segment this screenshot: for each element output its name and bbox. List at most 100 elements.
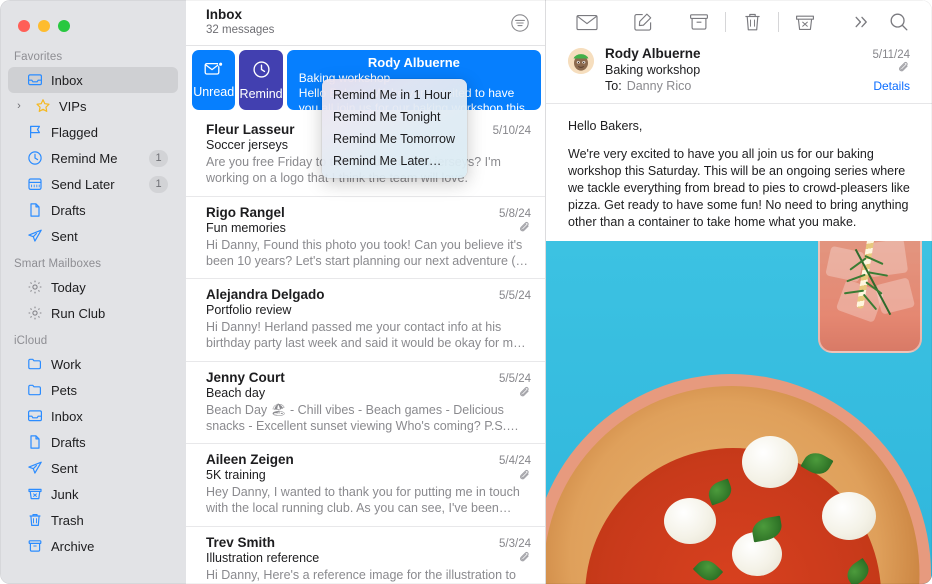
trash-icon[interactable]: [733, 8, 771, 36]
message-preview: Hey Danny, I wanted to thank you for put…: [206, 485, 520, 516]
sidebar-item-label: VIPs: [59, 98, 87, 114]
message-subject: Illustration reference: [206, 550, 320, 565]
message-list: Inbox 32 messages Unread Remind Rody Alb…: [186, 0, 546, 584]
table-row[interactable]: Aileen Zeigen 5/4/24 5K training Hey Dann…: [186, 444, 545, 527]
message-preview: Hi Danny, Here's a reference image for t…: [206, 567, 516, 584]
sidebar-item-label: Run Club: [51, 305, 106, 321]
inbox-icon: [26, 408, 43, 425]
message-from: Fleur Lasseur: [206, 122, 295, 137]
margherita-pizza-photo[interactable]: [546, 241, 932, 584]
message-preview: Hi Danny, Found this photo you took! Can…: [206, 237, 527, 268]
archive-icon[interactable]: [680, 8, 718, 36]
sidebar-item-inbox[interactable]: Inbox: [8, 67, 178, 93]
archive-icon: [26, 538, 43, 555]
avatar: [568, 48, 594, 74]
message-date: 5/11/24: [872, 49, 910, 61]
menu-item-remind-tomorrow[interactable]: Remind Me Tomorrow: [322, 128, 467, 150]
rosemary-sprig: [830, 245, 914, 325]
message-count: 32 messages: [206, 24, 275, 37]
sidebar-item-archive[interactable]: Archive: [8, 533, 178, 559]
sidebar-item-drafts[interactable]: Drafts: [8, 197, 178, 223]
sidebar-badge: 1: [149, 149, 168, 167]
envelope-icon[interactable]: [568, 8, 606, 36]
reader-toolbar: [546, 0, 932, 44]
details-link[interactable]: Details: [873, 79, 910, 93]
toolbar-divider: [725, 12, 726, 32]
sidebar-item-pets[interactable]: Pets: [8, 377, 178, 403]
message-subject: Soccer jerseys: [206, 138, 288, 152]
sidebar-section-smart-mailboxes: Smart Mailboxes: [14, 258, 102, 270]
attachment-icon[interactable]: [898, 61, 910, 74]
sidebar-item-today[interactable]: Today: [8, 274, 178, 300]
sidebar-item-send-later[interactable]: Send Later 1: [8, 171, 178, 197]
body-greeting: Hello Bakers,: [568, 119, 643, 133]
sidebar-item-label: Work: [51, 356, 82, 372]
sidebar-item-flagged[interactable]: Flagged: [8, 119, 178, 145]
filter-icon[interactable]: [509, 12, 531, 34]
to-label: To:: [605, 79, 622, 93]
message-date: 5/5/24: [499, 372, 531, 385]
sidebar-item-label: Archive: [51, 538, 95, 554]
clock-icon: [252, 60, 271, 82]
message-from: Alejandra Delgado: [206, 287, 325, 302]
message-date: 5/5/24: [499, 290, 531, 302]
sidebar-item-label: Remind Me: [51, 150, 118, 166]
compose-icon[interactable]: [624, 8, 662, 36]
sidebar-item-remind-me[interactable]: Remind Me 1: [8, 145, 178, 171]
folder-icon: [26, 356, 43, 373]
sidebar-item-icloud-drafts[interactable]: Drafts: [8, 429, 178, 455]
message-preview: Hi Danny! Herland passed me your contact…: [206, 320, 521, 351]
menu-item-remind-tonight[interactable]: Remind Me Tonight: [322, 106, 467, 128]
table-row[interactable]: Rigo Rangel 5/8/24 Fun memories Hi Danny,…: [186, 197, 545, 279]
close-button[interactable]: [18, 20, 30, 32]
table-row[interactable]: Trev Smith 5/3/24 Illustration reference …: [186, 527, 545, 584]
message-date: 5/4/24: [499, 455, 531, 467]
star-icon: [34, 98, 51, 115]
junk-icon[interactable]: [786, 8, 824, 36]
minimize-button[interactable]: [38, 20, 50, 32]
sidebar-badge: 1: [149, 175, 168, 193]
zoom-button[interactable]: [58, 20, 70, 32]
chevron-double-right-icon[interactable]: [842, 8, 880, 36]
document-icon: [26, 202, 43, 219]
swipe-action-unread[interactable]: Unread: [192, 50, 236, 110]
to-recipient: Danny Rico: [626, 79, 692, 93]
attachment-icon: [519, 469, 531, 482]
calendar-icon: [26, 176, 43, 193]
search-icon[interactable]: [880, 8, 918, 36]
table-row[interactable]: Jenny Court 5/5/24 Beach day Beach Day 🏖 …: [186, 362, 545, 444]
inbox-icon: [26, 72, 43, 89]
document-icon: [26, 434, 43, 451]
sidebar-item-label: Trash: [51, 512, 84, 528]
sidebar-item-sent[interactable]: Sent: [8, 223, 178, 249]
message-date: 5/10/24: [492, 125, 531, 137]
attachment-icon: [519, 221, 531, 234]
sidebar-section-icloud: iCloud: [14, 335, 48, 347]
message-from: Rody Albuerne: [605, 46, 701, 61]
message-preview: Beach Day 🏖 - Chill vibes - Beach games …: [206, 402, 507, 433]
attachment-icon: [519, 386, 531, 399]
swipe-action-remind[interactable]: Remind: [239, 50, 283, 110]
sidebar-item-work[interactable]: Work: [8, 351, 178, 377]
sidebar-item-label: Junk: [51, 486, 79, 502]
sidebar-item-icloud-sent[interactable]: Sent: [8, 455, 178, 481]
sidebar-item-label: Inbox: [51, 408, 83, 424]
unread-envelope-icon: [204, 61, 224, 80]
sidebar-item-run-club[interactable]: Run Club: [8, 300, 178, 326]
message-from: Aileen Zeigen: [206, 452, 294, 467]
sidebar-item-label: Send Later: [51, 176, 115, 192]
chevron-right-icon[interactable]: ›: [12, 100, 26, 112]
sidebar-item-label: Pets: [51, 382, 78, 398]
sidebar-item-label: Sent: [51, 228, 78, 244]
sidebar-item-junk[interactable]: Junk: [8, 481, 178, 507]
table-row[interactable]: Alejandra Delgado 5/5/24 Portfolio review…: [186, 279, 545, 362]
sidebar-item-trash[interactable]: Trash: [8, 507, 178, 533]
sidebar-item-label: Sent: [51, 460, 78, 476]
sidebar-item-icloud-inbox[interactable]: Inbox: [8, 403, 178, 429]
menu-item-remind-later[interactable]: Remind Me Later…: [322, 150, 467, 172]
mail-window: Favorites Inbox › VIPs Flagged Remind Me…: [0, 0, 932, 584]
folder-icon: [26, 382, 43, 399]
menu-item-remind-in-1-hour[interactable]: Remind Me in 1 Hour: [322, 84, 467, 106]
sidebar-item-vips[interactable]: › VIPs: [8, 93, 178, 119]
body-paragraph: We're very excited to have you all join …: [568, 147, 910, 229]
